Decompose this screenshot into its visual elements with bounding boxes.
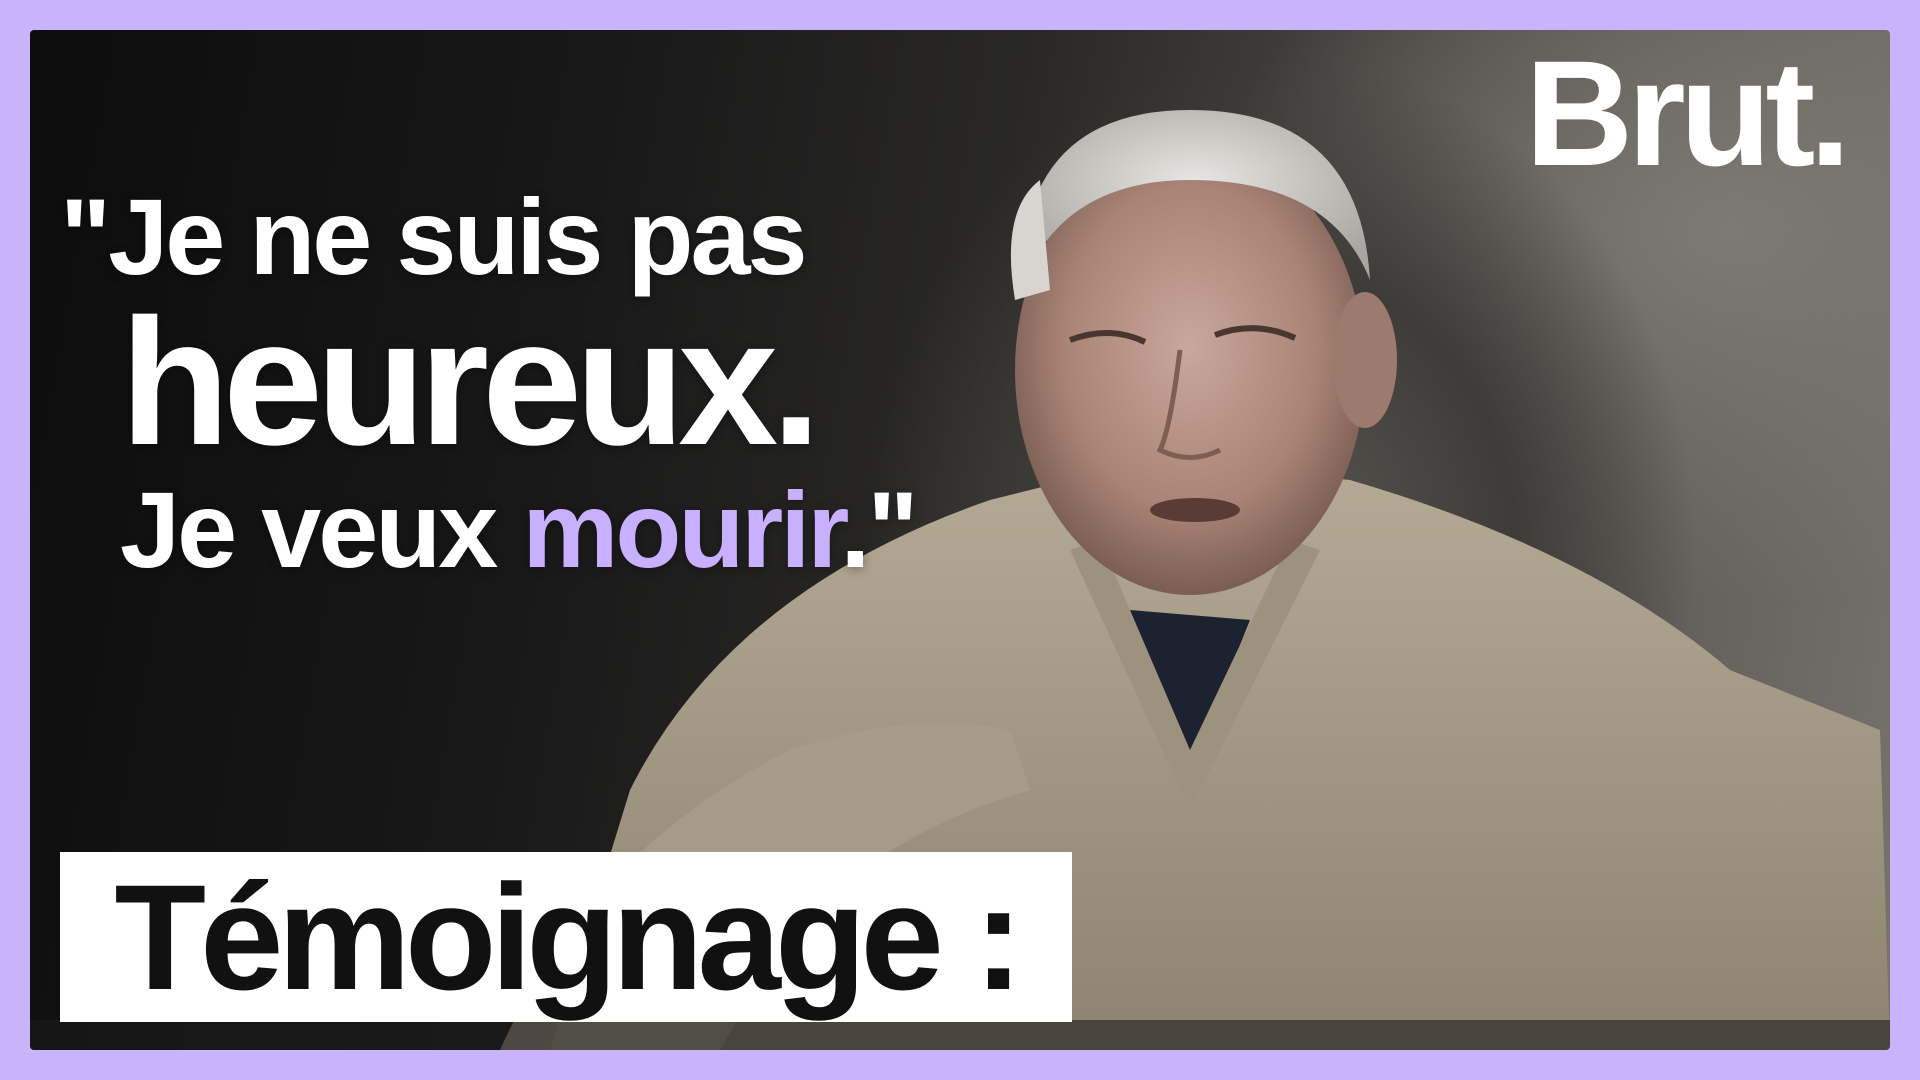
- thumbnail-frame: Brut. "Je ne suis pas heureux. Je veux m…: [0, 0, 1920, 1080]
- quote-line-1: "Je ne suis pas: [60, 176, 808, 297]
- testimony-label: Témoignage :: [60, 852, 1072, 1022]
- quote-highlight-word: mourir: [522, 469, 843, 591]
- quote-line-3-start: Je veux: [120, 469, 523, 591]
- quote-line-3-end: .": [840, 469, 918, 591]
- quote-text: "Je ne suis pas heureux. Je veux mourir.…: [60, 176, 919, 587]
- testimony-label-text: Témoignage :: [114, 853, 1023, 1021]
- quote-line-3: Je veux mourir.": [60, 473, 919, 586]
- brut-logo: Brut.: [1525, 29, 1851, 197]
- quote-line-2: heureux.: [120, 282, 821, 484]
